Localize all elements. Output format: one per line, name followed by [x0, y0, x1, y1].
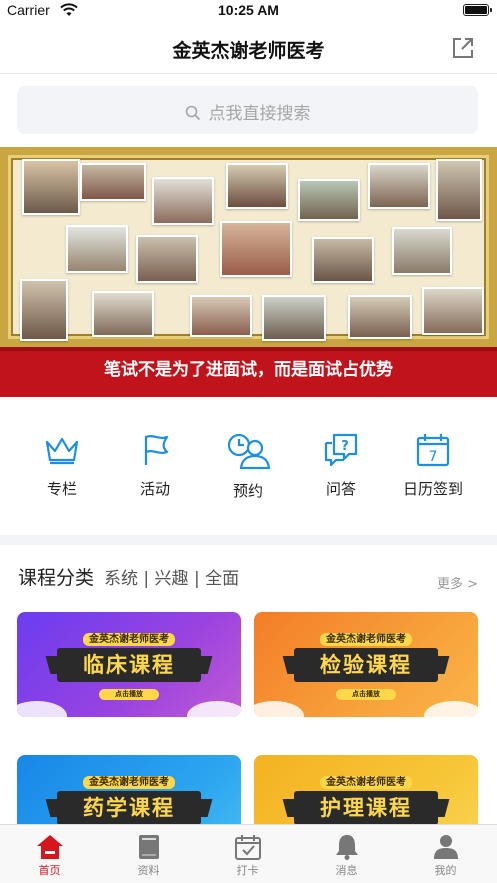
classroom-photo [20, 279, 68, 341]
card-title: 药学课程 [57, 791, 201, 825]
classroom-photo [312, 237, 374, 283]
classroom-photo [262, 295, 326, 341]
tab-checkin[interactable]: 打卡 [198, 825, 297, 878]
more-link[interactable]: 更多 > [437, 573, 478, 592]
card-title: 临床课程 [57, 648, 201, 682]
card-title: 护理课程 [294, 791, 438, 825]
svg-text:7: 7 [429, 449, 438, 465]
classroom-photo [136, 235, 198, 283]
course-category-header: 课程分类 系统 | 兴趣 | 全面 更多 > [18, 563, 478, 593]
quick-link-label: 问答 [325, 480, 356, 498]
tab-label: 打卡 [236, 864, 259, 877]
tab-materials[interactable]: 资料 [99, 825, 198, 878]
battery-icon [463, 4, 492, 16]
search-placeholder: 点我直接搜索 [208, 104, 311, 124]
play-button[interactable]: 点击播放 [336, 689, 396, 700]
promo-banner[interactable]: 笔试不是为了进面试，而是面试占优势 [0, 147, 497, 397]
tab-profile[interactable]: 我的 [396, 825, 495, 878]
classroom-photo [22, 159, 80, 215]
card-brand: 金英杰谢老师医考 [83, 776, 175, 789]
quick-link-activity[interactable]: 活动 [110, 420, 200, 499]
card-brand: 金英杰谢老师医考 [320, 776, 412, 789]
section-title: 课程分类 [18, 567, 95, 589]
course-card-laboratory[interactable]: 金英杰谢老师医考 检验课程 点击播放 [254, 612, 478, 717]
classroom-photo [226, 163, 288, 209]
card-title: 检验课程 [294, 648, 438, 682]
checkin-calendar-icon [234, 835, 261, 860]
tab-bar: 首页 资料 打卡 消息 我的 [0, 824, 497, 883]
play-button[interactable]: 点击播放 [99, 689, 159, 700]
nav-bar: 金英杰谢老师医考 [0, 24, 497, 74]
search-input[interactable]: 点我直接搜索 [17, 86, 478, 134]
classroom-photo [152, 177, 214, 225]
banner-slogan: 笔试不是为了进面试，而是面试占优势 [0, 347, 497, 397]
home-icon [36, 835, 63, 859]
tab-label: 首页 [38, 864, 61, 877]
course-card-clinical[interactable]: 金英杰谢老师医考 临床课程 点击播放 [17, 612, 241, 717]
page-title: 金英杰谢老师医考 [172, 40, 325, 62]
clock-people-icon [227, 433, 271, 470]
classroom-photo [220, 221, 292, 277]
classroom-photo [92, 291, 154, 337]
classroom-photo [80, 163, 146, 201]
book-icon [138, 835, 159, 859]
section-divider [0, 535, 497, 545]
status-bar: Carrier 10:25 AM [0, 0, 497, 24]
classroom-photo [436, 159, 482, 221]
quick-link-calendar-checkin[interactable]: 7 日历签到 [388, 420, 478, 499]
bell-icon [335, 835, 358, 860]
classroom-photo [422, 287, 484, 335]
quick-link-label: 预约 [232, 482, 263, 500]
classroom-photo [66, 225, 128, 273]
classroom-photo [392, 227, 452, 275]
quick-link-label: 专栏 [46, 480, 77, 498]
classroom-photo [368, 163, 430, 209]
tab-label: 资料 [137, 864, 160, 877]
calendar-icon: 7 [416, 434, 450, 467]
crown-icon [45, 437, 79, 465]
quick-link-qa[interactable]: ? 问答 [296, 420, 386, 499]
search-icon [185, 105, 200, 121]
quick-link-label: 日历签到 [402, 480, 463, 498]
quick-link-appointment[interactable]: 预约 [203, 420, 293, 501]
svg-text:?: ? [341, 439, 349, 454]
classroom-photo [298, 179, 360, 221]
qa-chat-icon: ? [324, 433, 358, 467]
tab-messages[interactable]: 消息 [297, 825, 396, 878]
tab-home[interactable]: 首页 [0, 825, 99, 878]
section-subtitle: 系统 | 兴趣 | 全面 [104, 569, 240, 589]
card-brand: 金英杰谢老师医考 [83, 633, 175, 646]
quick-link-label: 活动 [139, 480, 170, 498]
profile-icon [433, 835, 458, 859]
photo-board [0, 147, 497, 347]
card-brand: 金英杰谢老师医考 [320, 633, 412, 646]
share-icon[interactable] [451, 36, 475, 60]
tab-label: 消息 [335, 864, 358, 877]
tab-label: 我的 [434, 864, 457, 877]
classroom-photo [348, 295, 412, 339]
quick-links: 专栏 活动 预约 ? 问答 7 日历签到 [0, 420, 497, 520]
clock-label: 10:25 AM [218, 2, 279, 18]
flag-icon [144, 435, 169, 465]
classroom-photo [190, 295, 252, 337]
quick-link-column[interactable]: 专栏 [17, 420, 107, 499]
